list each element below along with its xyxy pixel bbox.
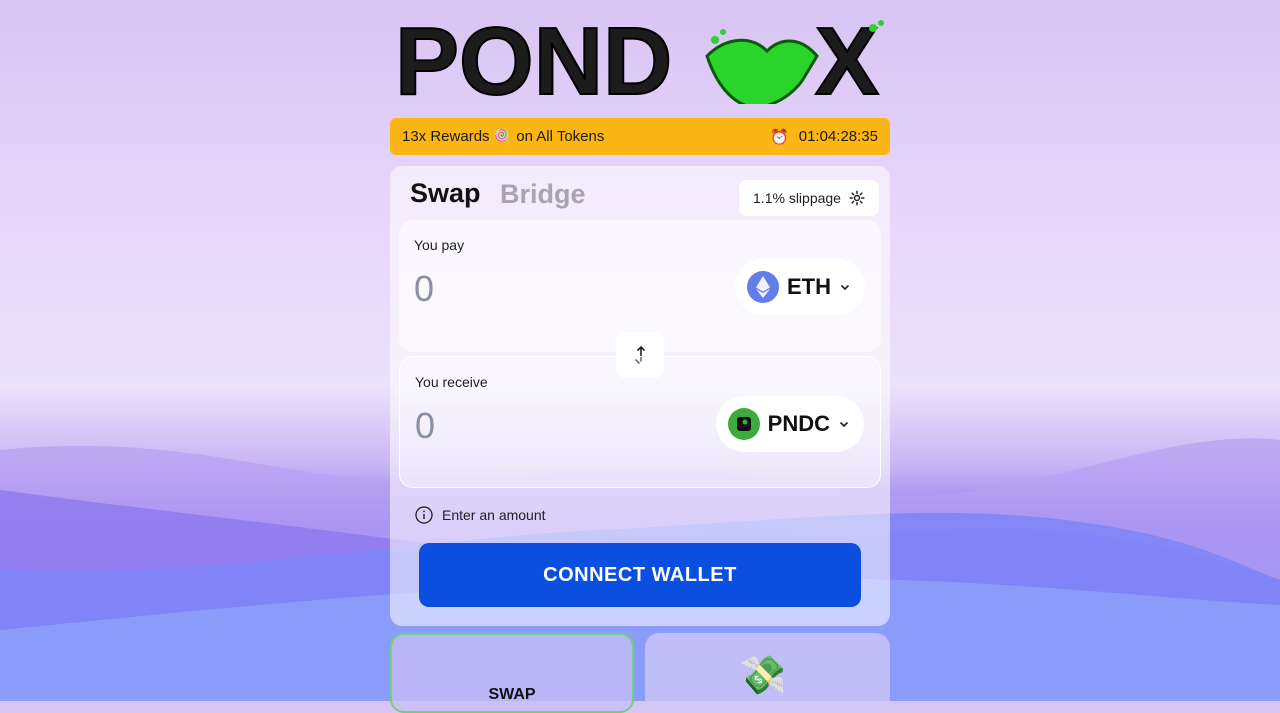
receive-token-symbol: PNDC (767, 411, 830, 436)
receive-amount-input[interactable]: 0 (415, 405, 435, 447)
swap-card: Swap Bridge 1.1% slippage You pay 0 ETH (390, 166, 890, 626)
rewards-nav-card[interactable]: 💸 (645, 633, 890, 713)
receive-label: You receive (415, 374, 488, 390)
alarm-clock-icon: ⏰ (770, 128, 789, 146)
slippage-label: 1.1% slippage (753, 190, 841, 206)
amount-hint: Enter an amount (415, 506, 546, 524)
pay-label: You pay (414, 237, 465, 253)
connect-wallet-button[interactable]: CONNECT WALLET (419, 543, 861, 607)
tab-bridge[interactable]: Bridge (500, 179, 586, 210)
hint-text: Enter an amount (442, 507, 546, 523)
slippage-settings-button[interactable]: 1.1% slippage (739, 180, 879, 216)
chevron-down-icon (839, 421, 849, 428)
eth-token-icon (747, 271, 779, 303)
brand-logo: POND X (394, 7, 890, 116)
pay-token-symbol: ETH (787, 274, 831, 299)
chevron-down-icon (840, 284, 850, 291)
pndc-token-icon (727, 408, 760, 440)
lollipop-icon: 🍭 (493, 128, 513, 146)
rewards-banner[interactable]: 13x Rewards 🍭 on All Tokens ⏰ 01:04:28:3… (390, 118, 890, 155)
logo-text: POND (395, 18, 672, 104)
receive-panel: You receive 0 PNDC (399, 356, 881, 488)
handshake-icon (705, 29, 819, 109)
money-wings-icon: 💸 (739, 655, 787, 697)
countdown-timer: 01:04:28:35 (798, 128, 878, 145)
info-icon (415, 506, 433, 524)
swap-nav-card[interactable]: SWAP (390, 633, 634, 713)
receive-token-selector[interactable]: PNDC (715, 396, 864, 452)
gear-icon (849, 190, 865, 206)
pay-token-selector[interactable]: ETH (735, 259, 865, 315)
rewards-prefix: 13x Rewards (402, 128, 490, 145)
tab-swap[interactable]: Swap (410, 178, 481, 209)
rewards-suffix: on All Tokens (516, 128, 605, 145)
swap-nav-label: SWAP (488, 686, 536, 703)
logo-text-x: X (815, 18, 879, 104)
pay-amount-input[interactable]: 0 (414, 268, 434, 310)
